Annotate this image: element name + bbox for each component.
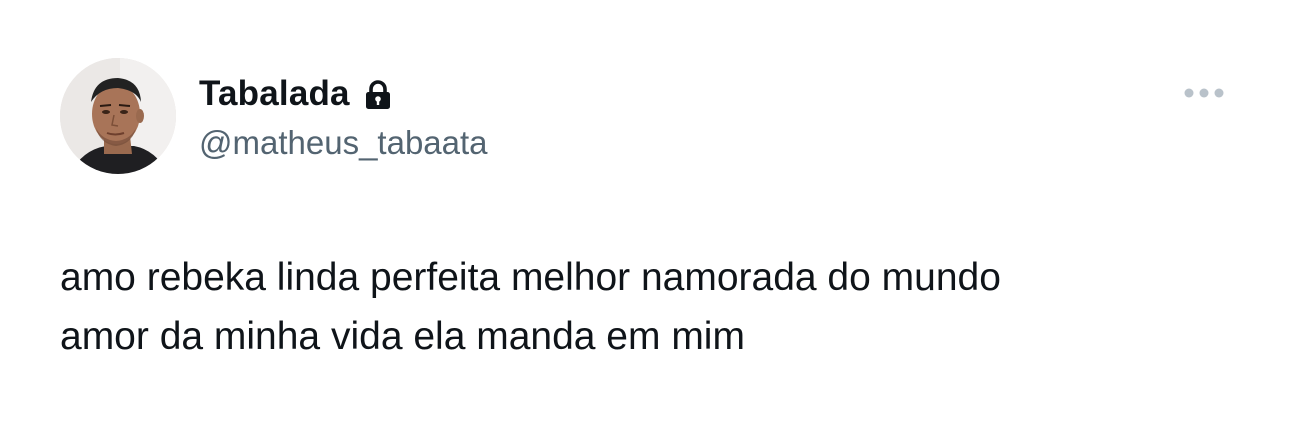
author-name-row: Tabalada [199,72,392,116]
avatar[interactable] [60,58,176,174]
display-name[interactable]: Tabalada [199,72,350,116]
handle[interactable]: @matheus_tabaata [199,122,488,164]
tweet-text-line: amo rebeka linda perfeita melhor namorad… [60,256,1001,299]
lock-icon [364,80,392,110]
tweet-text: amo rebeka linda perfeita melhor namorad… [60,248,1230,366]
tweet-text-line: amor da minha vida ela manda em mim [60,315,745,358]
avatar-photo [60,58,176,174]
tweet-card: Tabalada @matheus_tabaata amo rebeka lin… [0,0,1290,429]
more-options-button[interactable] [1176,78,1232,108]
more-horizontal-icon [1184,88,1224,98]
